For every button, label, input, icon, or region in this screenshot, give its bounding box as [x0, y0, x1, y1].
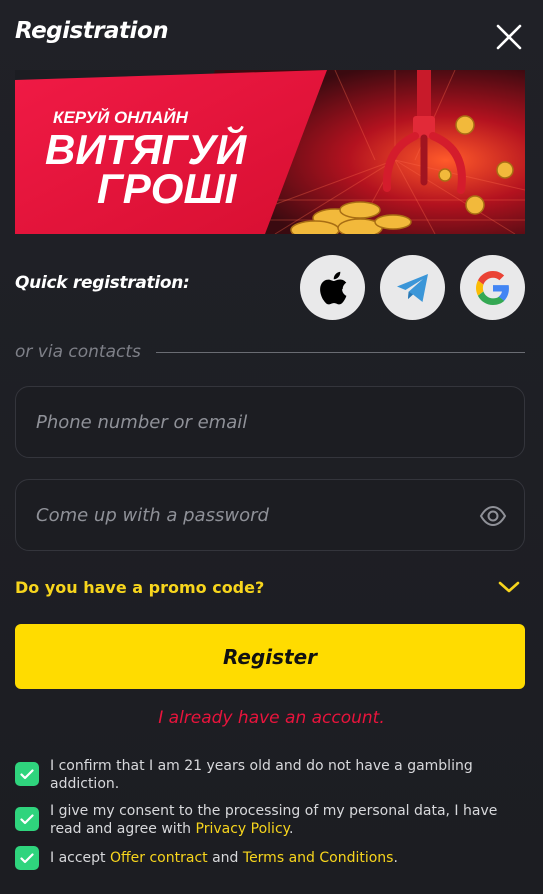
modal-title: Registration — [15, 18, 169, 44]
divider-label: or via contacts — [15, 342, 141, 362]
contacts-divider: or via contacts — [15, 340, 525, 364]
show-password-button[interactable] — [479, 502, 507, 530]
eye-icon — [479, 505, 507, 527]
apple-icon — [319, 271, 346, 304]
age-checkbox[interactable] — [15, 762, 39, 786]
promo-code-toggle[interactable]: Do you have a promo code? — [15, 573, 525, 601]
privacy-text-after: . — [288, 821, 294, 837]
close-icon — [496, 24, 522, 50]
register-button[interactable]: Register — [15, 624, 525, 689]
google-icon — [475, 270, 509, 305]
terms-text-after: . — [393, 850, 398, 866]
consent-age: I confirm that I am 21 years old and do … — [15, 757, 525, 793]
registration-modal: Registration КЕРУЙ ОНЛАЙН ВИТЯГУЙ ГРОШІ … — [0, 0, 543, 894]
apple-signin-button[interactable] — [300, 255, 365, 320]
checkmark-icon — [20, 768, 34, 779]
telegram-signin-button[interactable] — [380, 255, 445, 320]
privacy-policy-link[interactable]: Privacy Policy — [196, 821, 289, 837]
banner-line3: ГРОШІ — [97, 165, 238, 212]
terms-checkbox[interactable] — [15, 846, 39, 870]
divider-line — [155, 351, 525, 353]
banner-art: КЕРУЙ ОНЛАЙН ВИТЯГУЙ ГРОШІ — [15, 70, 525, 234]
terms-text-before: I accept — [50, 850, 110, 866]
close-button[interactable] — [494, 22, 524, 52]
banner-line1: КЕРУЙ ОНЛАЙН — [53, 107, 189, 127]
terms-text-middle: and — [207, 850, 243, 866]
promo-code-label: Do you have a promo code? — [15, 577, 265, 597]
password-field[interactable] — [15, 479, 525, 551]
existing-account-link[interactable]: I already have an account. — [0, 708, 543, 728]
google-signin-button[interactable] — [460, 255, 525, 320]
password-input[interactable] — [36, 480, 476, 550]
terms-conditions-link[interactable]: Terms and Conditions — [243, 850, 394, 866]
consent-terms: I accept Offer contract and Terms and Co… — [15, 846, 525, 870]
privacy-consent-text: I give my consent to the processing of m… — [50, 802, 525, 838]
age-consent-text: I confirm that I am 21 years old and do … — [50, 758, 473, 792]
privacy-checkbox[interactable] — [15, 807, 39, 831]
chevron-down-icon — [498, 581, 520, 593]
consent-privacy: I give my consent to the processing of m… — [15, 802, 525, 838]
telegram-icon — [396, 273, 428, 302]
login-field[interactable] — [15, 386, 525, 458]
offer-contract-link[interactable]: Offer contract — [110, 850, 208, 866]
terms-consent-text: I accept Offer contract and Terms and Co… — [50, 849, 398, 870]
quick-registration-label: Quick registration: — [15, 273, 190, 293]
checkmark-icon — [20, 813, 34, 824]
promo-banner[interactable]: КЕРУЙ ОНЛАЙН ВИТЯГУЙ ГРОШІ — [15, 70, 525, 234]
checkmark-icon — [20, 852, 34, 863]
phone-email-input[interactable] — [36, 387, 476, 457]
